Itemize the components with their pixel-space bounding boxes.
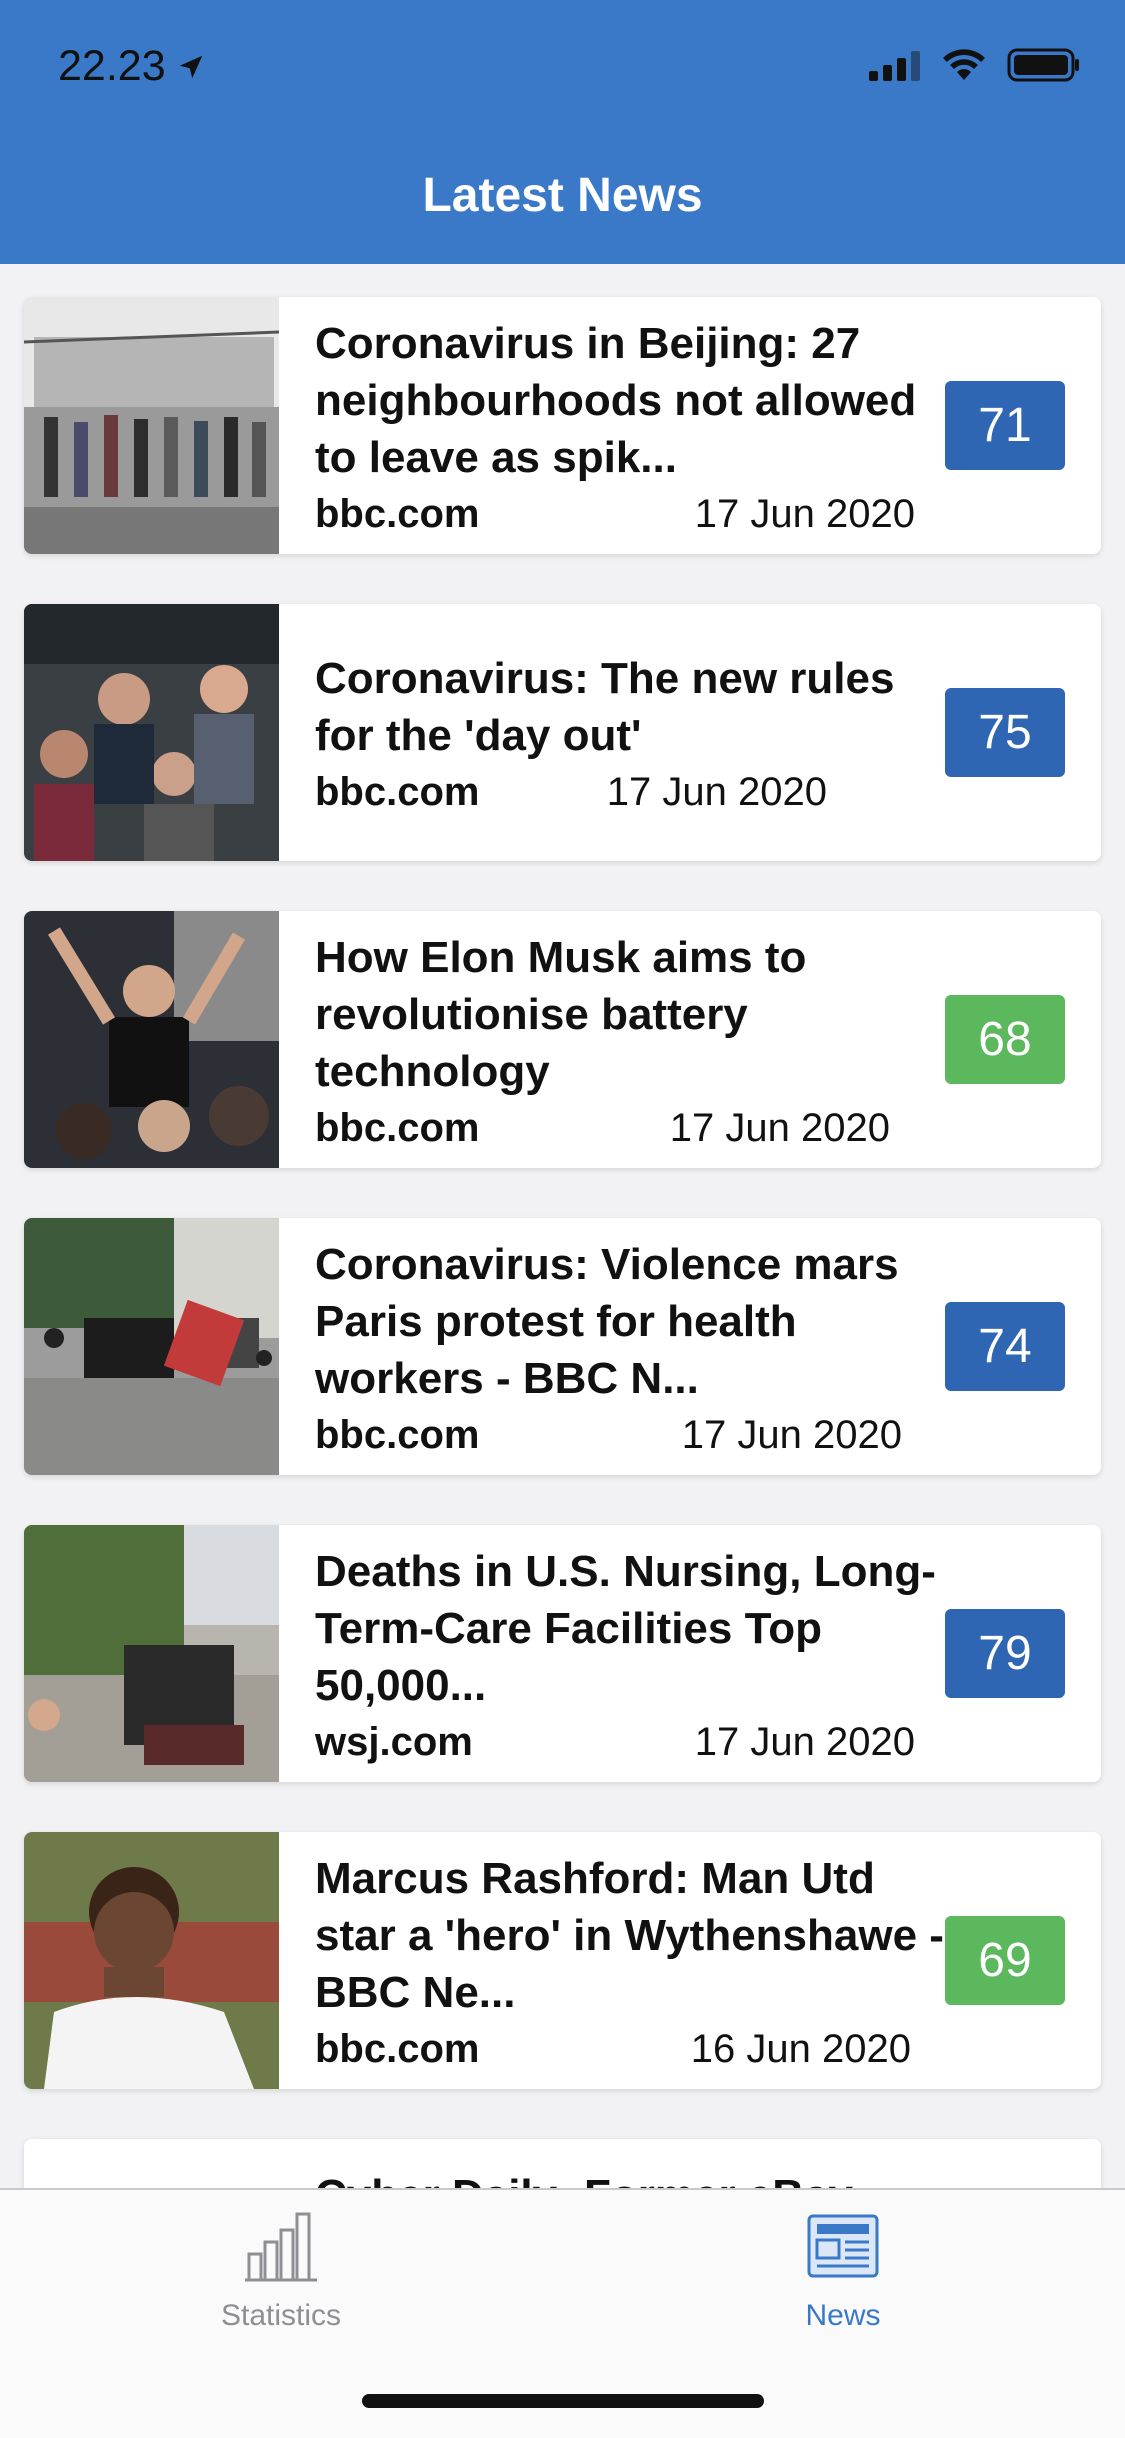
news-thumbnail: [24, 604, 279, 861]
news-thumbnail: [24, 911, 279, 1168]
news-content: Coronavirus: The new rules for the 'day …: [315, 604, 945, 861]
news-card[interactable]: Coronavirus in Beijing: 27 neighbourhood…: [24, 297, 1101, 554]
tab-label: Statistics: [220, 2299, 342, 2332]
tab-statistics[interactable]: Statistics: [131, 2208, 431, 2333]
news-thumbnail: [24, 1832, 279, 2089]
news-content: Deaths in U.S. Nursing, Long-Term-Care F…: [315, 1525, 945, 1782]
news-headline: Cyber Daily: Former eBay: [315, 2167, 945, 2188]
page-title: Latest News: [422, 169, 703, 222]
news-date: 17 Jun 2020: [694, 1719, 915, 1764]
news-card[interactable]: Coronavirus: The new rules for the 'day …: [24, 604, 1101, 861]
news-thumbnail: [24, 1525, 279, 1782]
news-thumbnail: [24, 1218, 279, 1475]
tab-label: News: [805, 2299, 881, 2332]
wifi-icon: [943, 49, 985, 80]
news-list[interactable]: Coronavirus in Beijing: 27 neighbourhood…: [0, 264, 1125, 2188]
news-content: Coronavirus: Violence mars Paris protest…: [315, 1218, 945, 1475]
news-source: bbc.com: [315, 1105, 480, 1150]
news-content: How Elon Musk aims to revolutionise batt…: [315, 911, 945, 1168]
news-card[interactable]: How Elon Musk aims to revolutionise batt…: [24, 911, 1101, 1168]
news-card[interactable]: Cyber Daily: Former eBay: [24, 2139, 1101, 2188]
news-meta: bbc.com 17 Jun 2020: [315, 492, 915, 537]
news-headline: How Elon Musk aims to revolutionise batt…: [315, 932, 807, 1096]
header: 22.23 Latest News: [0, 0, 1125, 264]
news-thumbnail: [24, 297, 279, 554]
news-date: 17 Jun 2020: [694, 491, 915, 536]
news-source: bbc.com: [315, 1412, 480, 1457]
news-source: bbc.com: [315, 491, 480, 536]
bar-chart-icon: [245, 2212, 317, 2282]
news-headline: Coronavirus in Beijing: 27 neighbourhood…: [315, 318, 917, 482]
news-content: Cyber Daily: Former eBay: [315, 2167, 945, 2188]
cellular-signal-icon: [869, 51, 920, 81]
news-content: Marcus Rashford: Man Utd star a 'hero' i…: [315, 1832, 945, 2089]
news-meta: wsj.com 17 Jun 2020: [315, 1720, 915, 1765]
news-meta: bbc.com 17 Jun 2020: [315, 1106, 890, 1151]
news-source: bbc.com: [315, 770, 480, 814]
score-badge: 79: [945, 1609, 1065, 1698]
score-badge: 68: [945, 995, 1065, 1084]
newspaper-icon: [807, 2214, 879, 2278]
news-date: 17 Jun 2020: [669, 1105, 890, 1150]
news-source: wsj.com: [315, 1719, 473, 1764]
score-badge: 74: [945, 1302, 1065, 1391]
status-time-text: 22.23: [58, 42, 166, 90]
news-headline: Marcus Rashford: Man Utd star a 'hero' i…: [315, 1853, 944, 2017]
home-indicator: [362, 2394, 764, 2408]
news-meta: bbc.com 16 Jun 2020: [315, 2027, 911, 2072]
news-card[interactable]: Coronavirus: Violence mars Paris protest…: [24, 1218, 1101, 1475]
news-meta: bbc.com 17 Jun 2020: [315, 770, 827, 815]
news-content: Coronavirus in Beijing: 27 neighbourhood…: [315, 297, 945, 554]
news-headline: Deaths in U.S. Nursing, Long-Term-Care F…: [315, 1546, 936, 1710]
news-card[interactable]: Marcus Rashford: Man Utd star a 'hero' i…: [24, 1832, 1101, 2089]
news-headline: Coronavirus: The new rules for the 'day …: [315, 654, 895, 760]
news-meta: bbc.com 17 Jun 2020: [315, 1413, 902, 1458]
score-badge: 75: [945, 688, 1065, 777]
location-arrow-icon: [179, 55, 202, 78]
news-card[interactable]: Deaths in U.S. Nursing, Long-Term-Care F…: [24, 1525, 1101, 1782]
news-date: 17 Jun 2020: [606, 770, 827, 814]
news-date: 17 Jun 2020: [681, 1412, 902, 1457]
status-icons: [869, 48, 1081, 82]
news-source: bbc.com: [315, 2026, 480, 2071]
tab-news[interactable]: News: [693, 2208, 993, 2333]
battery-icon: [1007, 48, 1079, 82]
news-date: 16 Jun 2020: [690, 2026, 911, 2071]
news-headline: Coronavirus: Violence mars Paris protest…: [315, 1239, 899, 1403]
score-badge: 71: [945, 381, 1065, 470]
status-time: 22.23: [58, 42, 206, 91]
score-badge: 69: [945, 1916, 1065, 2005]
